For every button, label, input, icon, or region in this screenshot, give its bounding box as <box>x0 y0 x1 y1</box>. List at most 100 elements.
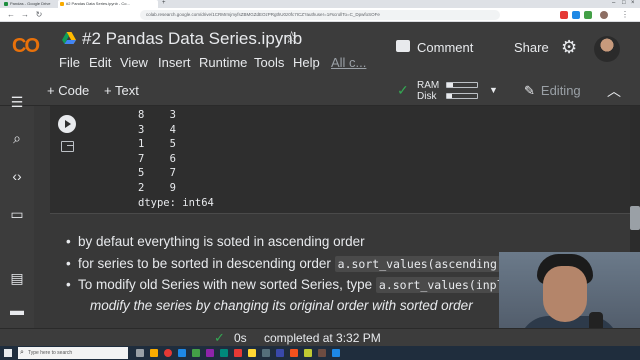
colab-header: CO #2 Pandas Data Series.ipynb ☆ File Ed… <box>0 22 640 76</box>
windows-start-icon[interactable] <box>4 349 12 357</box>
terminal-icon[interactable]: ▬ <box>9 302 25 318</box>
code-cell-output[interactable]: 8 3 3 4 1 5 7 6 5 7 2 9 dtype: int64 <box>50 106 630 214</box>
ram-usage-fill <box>447 83 453 87</box>
tab-title: Pandas - Google Drive <box>10 1 51 6</box>
share-button[interactable]: Share <box>514 40 549 55</box>
output-dtype: dtype: int64 <box>138 196 214 209</box>
app-icon[interactable] <box>332 349 340 357</box>
app-icon[interactable] <box>304 349 312 357</box>
app-icon[interactable] <box>234 349 242 357</box>
app-icon[interactable] <box>276 349 284 357</box>
search-placeholder: Type here to search <box>28 350 73 356</box>
app-icon[interactable] <box>192 349 200 357</box>
app-icon[interactable] <box>318 349 326 357</box>
extension-icon[interactable] <box>560 11 568 19</box>
extension-icon[interactable] <box>584 11 592 19</box>
search-icon: ⌕ <box>20 349 24 356</box>
gear-icon[interactable]: ⚙ <box>561 37 577 58</box>
app-icon[interactable] <box>220 349 228 357</box>
menu-runtime[interactable]: Runtime <box>199 55 247 70</box>
file-explorer-icon[interactable] <box>150 349 158 357</box>
browser-tab[interactable]: Pandas - Google Drive <box>2 0 56 8</box>
colab-logo[interactable]: CO <box>12 35 40 58</box>
profile-avatar-icon[interactable] <box>600 11 608 19</box>
star-icon[interactable]: ☆ <box>284 28 299 48</box>
menu-help[interactable]: Help <box>293 55 320 70</box>
browser-tab-active[interactable]: #2 Pandas Data Series.ipynb - Co... <box>58 0 158 8</box>
bullet-item: To modify old Series with new sorted Ser… <box>66 277 507 293</box>
window-close-icon[interactable]: × <box>631 0 635 6</box>
menu-edit[interactable]: Edit <box>89 55 111 70</box>
menu-view[interactable]: View <box>120 55 148 70</box>
status-check-icon: ✓ <box>214 330 225 345</box>
left-sidebar: ☰ ⌕ ‹› ▭ ▤ ▬ <box>0 94 34 328</box>
ram-usage-bar[interactable] <box>446 82 478 88</box>
command-palette-icon[interactable]: ▤ <box>9 270 25 286</box>
avatar[interactable] <box>594 36 620 62</box>
new-tab-icon[interactable]: + <box>162 0 166 6</box>
bullet-item: by defaut everything is soted in ascendi… <box>66 234 365 249</box>
drive-favicon-icon <box>4 2 8 6</box>
chevron-down-icon[interactable]: ▼ <box>489 85 498 95</box>
add-text-button[interactable]: + Text <box>104 83 139 98</box>
execution-duration: 0s <box>234 331 247 345</box>
output-action-icon[interactable] <box>61 141 74 152</box>
app-icon[interactable] <box>290 349 298 357</box>
disk-usage-bar[interactable] <box>446 93 478 99</box>
chrome-icon[interactable] <box>164 349 172 357</box>
browser-menu-icon[interactable]: ⋮ <box>620 10 630 20</box>
url-field[interactable]: colab.research.google.com/drive/1CRMrmjm… <box>140 10 500 20</box>
pencil-icon: ✎ <box>524 83 535 98</box>
back-icon[interactable]: ← <box>6 10 16 20</box>
google-drive-icon[interactable] <box>62 32 76 44</box>
cell-output: 8 3 3 4 1 5 7 6 5 7 2 9 dtype: int64 <box>138 109 214 211</box>
execution-status: completed at 3:32 PM <box>264 331 381 345</box>
notebook-title[interactable]: #2 Pandas Data Series.ipynb <box>82 29 302 49</box>
search-icon[interactable]: ⌕ <box>9 130 25 146</box>
menu-tools[interactable]: Tools <box>254 55 284 70</box>
scrollbar-thumb[interactable] <box>630 206 640 230</box>
menu-insert[interactable]: Insert <box>158 55 191 70</box>
menu-all-changes[interactable]: All c... <box>331 55 366 70</box>
chevron-up-icon[interactable]: ︿ <box>607 81 621 101</box>
output-row: 3 4 <box>138 123 176 136</box>
window-maximize-icon[interactable]: □ <box>622 0 626 6</box>
connected-check-icon: ✓ <box>397 82 409 98</box>
table-of-contents-icon[interactable]: ☰ <box>9 94 25 110</box>
run-cell-button[interactable] <box>58 115 76 133</box>
output-row: 5 7 <box>138 167 176 180</box>
code-snippets-icon[interactable]: ‹› <box>9 168 25 184</box>
editing-mode-button[interactable]: ✎ Editing <box>524 83 581 99</box>
browser-address-bar: ← → ↻ colab.research.google.com/drive/1C… <box>0 8 640 22</box>
taskbar-search-input[interactable]: ⌕ Type here to search <box>18 347 128 359</box>
inline-code: a.sort_values(inpl <box>375 277 507 293</box>
app-icon[interactable] <box>178 349 186 357</box>
menu-file[interactable]: File <box>59 55 80 70</box>
app-icon[interactable] <box>248 349 256 357</box>
editing-label: Editing <box>540 83 581 98</box>
comment-button[interactable]: Comment <box>392 38 482 60</box>
output-row: 2 9 <box>138 181 176 194</box>
disk-usage-fill <box>447 94 452 98</box>
extension-icon[interactable] <box>572 11 580 19</box>
bullet-text: To modify old Series with new sorted Ser… <box>78 277 376 292</box>
notebook-toolbar: + Code + Text ✓ RAM Disk ▼ ✎ Editing ︿ <box>0 76 640 106</box>
files-folder-icon[interactable]: ▭ <box>9 206 25 222</box>
comment-label: Comment <box>417 40 474 55</box>
disk-label: Disk <box>417 91 437 102</box>
bullet-continuation: modify the series by changing its origin… <box>90 298 473 313</box>
window-minimize-icon[interactable]: – <box>612 0 615 6</box>
bullet-text: by defaut everything is soted in ascendi… <box>78 234 365 249</box>
reload-icon[interactable]: ↻ <box>34 10 44 20</box>
output-row: 8 3 <box>138 109 176 121</box>
app-icon[interactable] <box>206 349 214 357</box>
inline-code: a.sort_values(ascending <box>334 256 500 272</box>
app-icon[interactable] <box>262 349 270 357</box>
ram-label: RAM <box>417 80 440 91</box>
task-view-icon[interactable] <box>136 349 144 357</box>
tab-title: #2 Pandas Data Series.ipynb - Co... <box>66 1 130 6</box>
output-row: 1 5 <box>138 138 176 151</box>
forward-icon[interactable]: → <box>20 10 30 20</box>
logo-text: CO <box>12 35 40 57</box>
add-code-button[interactable]: + Code <box>47 83 89 98</box>
